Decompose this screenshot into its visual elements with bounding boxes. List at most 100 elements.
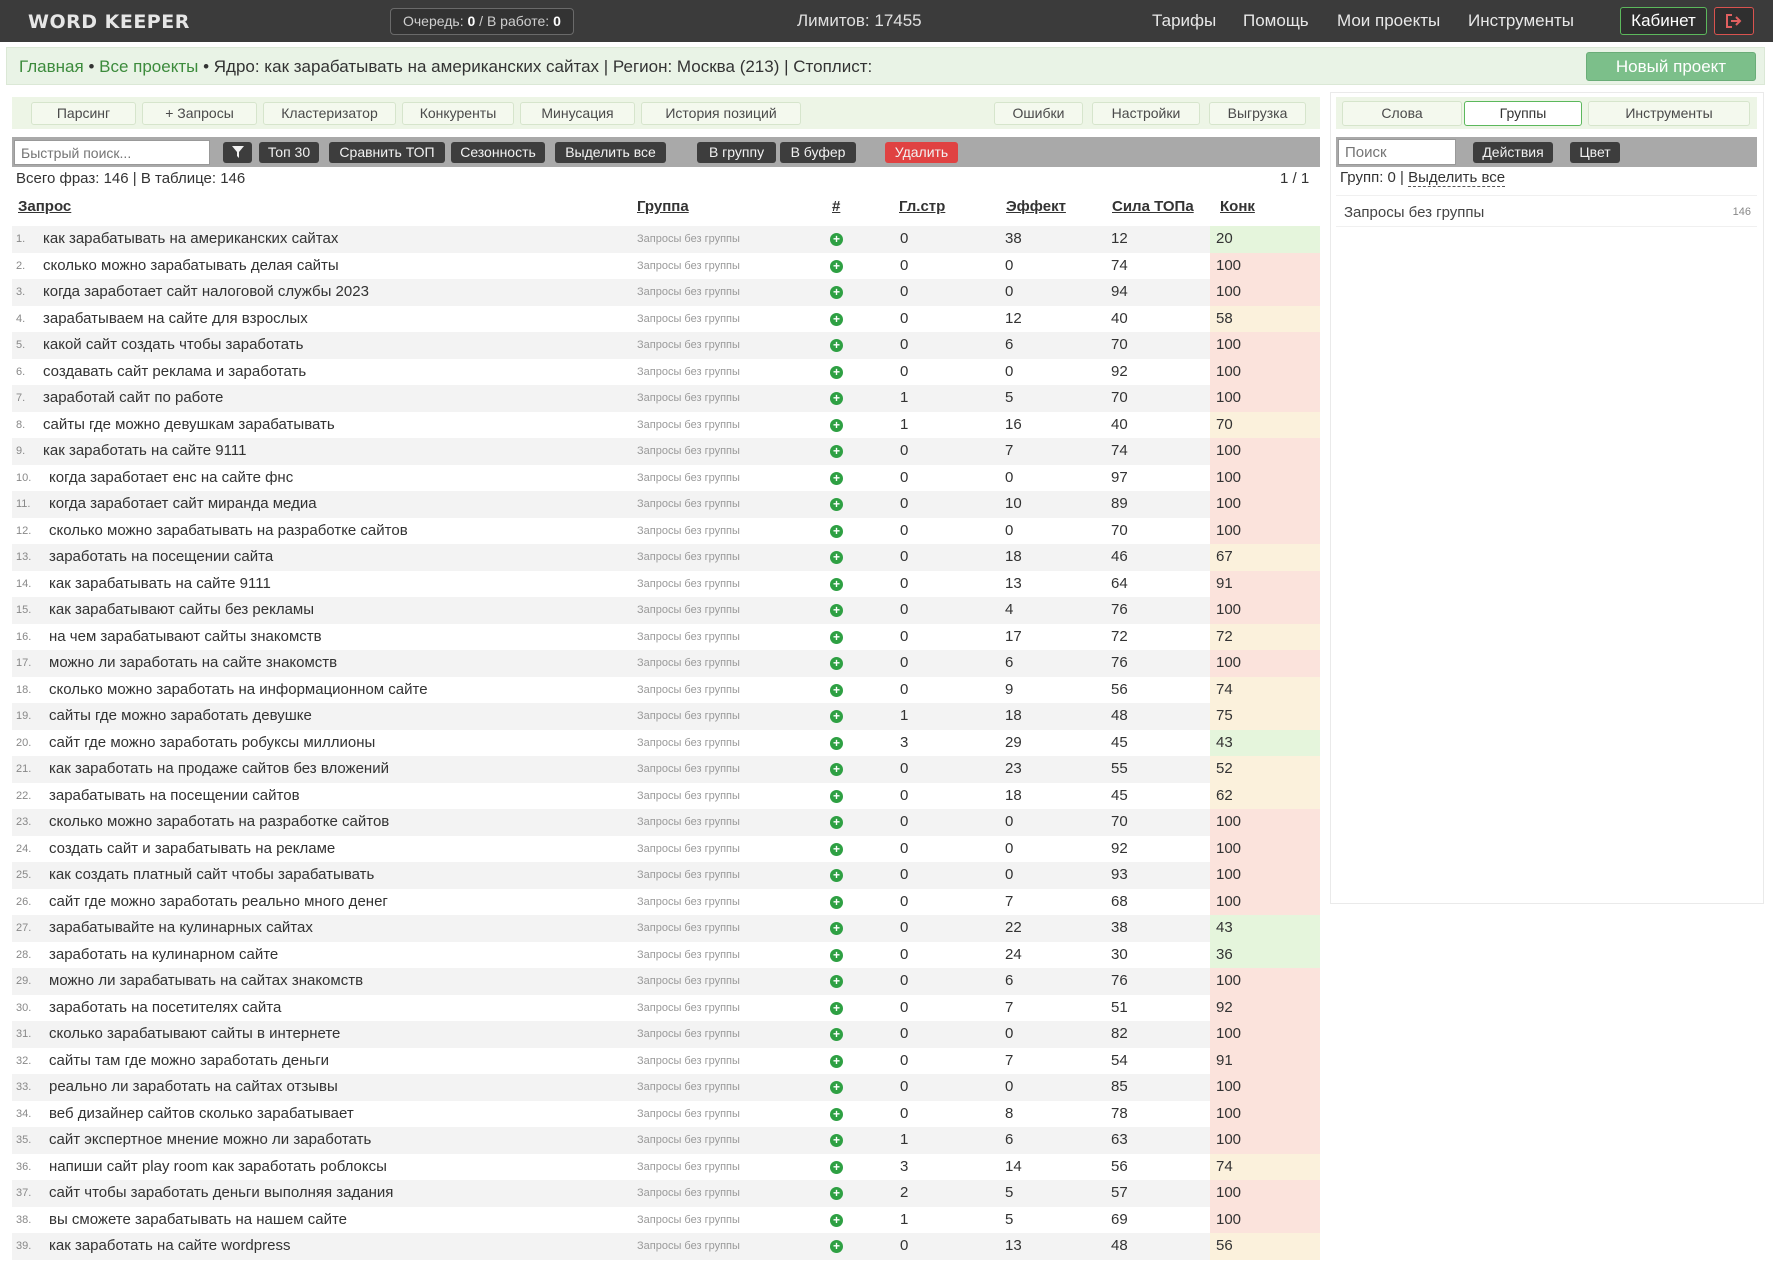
query-text[interactable]: заработай сайт по работе bbox=[43, 385, 223, 412]
query-text[interactable]: как зарабатывать на американских сайтах bbox=[43, 226, 338, 253]
plus-icon[interactable]: + bbox=[830, 763, 843, 776]
group-label[interactable]: Запросы без группы bbox=[637, 1101, 740, 1128]
group-label[interactable]: Запросы без группы bbox=[637, 783, 740, 810]
table-row[interactable]: 1. как зарабатывать на американских сайта… bbox=[12, 226, 1320, 253]
table-row[interactable]: 3. когда заработает сайт налоговой службы… bbox=[12, 279, 1320, 306]
table-row[interactable]: 5. какой сайт создать чтобы заработать Зап… bbox=[12, 332, 1320, 359]
plus-icon[interactable]: + bbox=[830, 1054, 843, 1068]
to-group-button[interactable]: В группу bbox=[697, 142, 776, 163]
table-row[interactable]: 4. зарабатываем на сайте для взрослых Запр… bbox=[12, 305, 1320, 333]
actions-button[interactable]: Действия bbox=[1473, 142, 1553, 163]
col-effect[interactable]: Эффект bbox=[1006, 198, 1066, 215]
plus-icon[interactable]: + bbox=[830, 1160, 843, 1174]
group-label[interactable]: Запросы без группы bbox=[637, 279, 740, 306]
filter-button[interactable] bbox=[223, 142, 252, 163]
query-text[interactable]: сколько можно зарабатывать на разработке… bbox=[49, 518, 408, 545]
query-text[interactable]: зарабатывать на посещении сайтов bbox=[49, 783, 300, 810]
group-label[interactable]: Запросы без группы bbox=[637, 465, 740, 492]
plus-icon[interactable]: + bbox=[830, 869, 843, 882]
table-row[interactable]: 25. как создать платный сайт чтобы зараба… bbox=[12, 862, 1320, 889]
plus-icon[interactable]: + bbox=[830, 259, 843, 273]
plus-icon[interactable]: + bbox=[830, 816, 843, 829]
table-row[interactable]: 31. сколько зарабатывают сайты в интернет… bbox=[12, 1021, 1320, 1048]
group-label[interactable]: Запросы без группы bbox=[637, 756, 740, 783]
query-text[interactable]: вы сможете зарабатывать на нашем сайте bbox=[49, 1207, 347, 1234]
plus-icon[interactable]: + bbox=[830, 948, 843, 962]
table-row[interactable]: 8. сайты где можно девушкам зарабатывать З… bbox=[12, 411, 1320, 438]
group-search-input[interactable] bbox=[1338, 139, 1456, 165]
query-text[interactable]: сайт где можно заработать робуксы миллио… bbox=[49, 730, 375, 757]
nav-tools[interactable]: Инструменты bbox=[1468, 11, 1574, 31]
plus-icon[interactable]: + bbox=[830, 657, 843, 670]
group-label[interactable]: Запросы без группы bbox=[637, 385, 740, 412]
table-row[interactable]: 9. как заработать на сайте 9111 Запросы бе… bbox=[12, 438, 1320, 465]
plus-icon[interactable]: + bbox=[830, 1134, 843, 1147]
plus-icon[interactable]: + bbox=[830, 630, 843, 644]
group-label[interactable]: Запросы без группы bbox=[637, 703, 740, 730]
query-text[interactable]: как заработать на сайте wordpress bbox=[49, 1233, 290, 1260]
group-label[interactable]: Запросы без группы bbox=[637, 995, 740, 1022]
table-row[interactable]: 18. сколько можно заработать на информаци… bbox=[12, 676, 1320, 703]
group-label[interactable]: Запросы без группы bbox=[637, 1180, 740, 1207]
compare-top-button[interactable]: Сравнить ТОП bbox=[329, 142, 445, 163]
group-label[interactable]: Запросы без группы bbox=[637, 968, 740, 995]
group-label[interactable]: Запросы без группы bbox=[637, 1048, 740, 1075]
query-text[interactable]: как зарабатывают сайты без рекламы bbox=[49, 597, 314, 624]
table-row[interactable]: 21. как заработать на продаже сайтов без … bbox=[12, 756, 1320, 783]
query-text[interactable]: напиши сайт play room как заработать роб… bbox=[49, 1154, 387, 1181]
table-row[interactable]: 27. зарабатывайте на кулинарных сайтах Зап… bbox=[12, 915, 1320, 942]
query-text[interactable]: заработать на кулинарном сайте bbox=[49, 942, 278, 969]
table-row[interactable]: 29. можно ли зарабатывать на сайтах знако… bbox=[12, 968, 1320, 995]
group-label[interactable]: Запросы без группы bbox=[637, 306, 740, 333]
cabinet-button[interactable]: Кабинет bbox=[1620, 7, 1707, 35]
table-row[interactable]: 30. заработать на посетителях сайта Запрос… bbox=[12, 994, 1320, 1022]
nav-my-projects[interactable]: Мои проекты bbox=[1337, 11, 1440, 31]
logo[interactable]: WORD KEEPER bbox=[28, 11, 190, 33]
plus-icon[interactable]: + bbox=[830, 339, 843, 352]
table-row[interactable]: 33. реально ли заработать на сайтах отзыв… bbox=[12, 1074, 1320, 1101]
color-button[interactable]: Цвет bbox=[1570, 142, 1620, 163]
query-text[interactable]: на чем зарабатывают сайты знакомств bbox=[49, 624, 322, 651]
logout-button[interactable] bbox=[1714, 7, 1754, 35]
plus-icon[interactable]: + bbox=[830, 365, 843, 379]
tab-tools[interactable]: Инструменты bbox=[1588, 101, 1750, 126]
tab-parsing[interactable]: Парсинг bbox=[31, 102, 136, 125]
tab-minus-words[interactable]: Минусация bbox=[520, 102, 635, 125]
query-text[interactable]: заработать на посетителях сайта bbox=[49, 995, 281, 1022]
plus-icon[interactable]: + bbox=[830, 736, 843, 750]
query-text[interactable]: сайты там где можно заработать деньги bbox=[49, 1048, 329, 1075]
query-text[interactable]: реально ли заработать на сайтах отзывы bbox=[49, 1074, 338, 1101]
query-text[interactable]: зарабатывайте на кулинарных сайтах bbox=[49, 915, 313, 942]
table-row[interactable]: 19. сайты где можно заработать девушке Зап… bbox=[12, 703, 1320, 730]
table-row[interactable]: 23. сколько можно заработать на разработк… bbox=[12, 809, 1320, 836]
table-row[interactable]: 6. создавать сайт реклама и заработать Зап… bbox=[12, 358, 1320, 386]
nav-tariffs[interactable]: Тарифы bbox=[1152, 11, 1216, 31]
table-row[interactable]: 14. как зарабатывать на сайте 9111 Запросы… bbox=[12, 570, 1320, 597]
plus-icon[interactable]: + bbox=[830, 1081, 843, 1094]
group-label[interactable]: Запросы без группы bbox=[637, 597, 740, 624]
tab-errors[interactable]: Ошибки bbox=[994, 102, 1083, 125]
group-label[interactable]: Запросы без группы bbox=[637, 730, 740, 757]
group-label[interactable]: Запросы без группы bbox=[637, 544, 740, 571]
plus-icon[interactable]: + bbox=[830, 789, 843, 803]
tab-words[interactable]: Слова bbox=[1342, 101, 1462, 126]
query-text[interactable]: сколько можно заработать на разработке с… bbox=[49, 809, 389, 836]
table-row[interactable]: 15. как зарабатывают сайты без рекламы Зап… bbox=[12, 597, 1320, 624]
plus-icon[interactable]: + bbox=[830, 922, 843, 935]
group-label[interactable]: Запросы без группы bbox=[637, 1074, 740, 1101]
plus-icon[interactable]: + bbox=[830, 418, 843, 432]
tab-position-history[interactable]: История позиций bbox=[641, 102, 801, 125]
seasonality-button[interactable]: Сезонность bbox=[451, 142, 545, 163]
plus-icon[interactable]: + bbox=[830, 551, 843, 564]
plus-icon[interactable]: + bbox=[830, 312, 843, 326]
plus-icon[interactable]: + bbox=[830, 392, 843, 405]
group-item[interactable]: Запросы без группы 146 bbox=[1336, 195, 1757, 227]
table-row[interactable]: 16. на чем зарабатывают сайты знакомств За… bbox=[12, 623, 1320, 651]
col-top-strength[interactable]: Сила ТОПа bbox=[1112, 198, 1194, 215]
plus-icon[interactable]: + bbox=[830, 710, 843, 723]
col-query[interactable]: Запрос bbox=[18, 198, 71, 215]
query-text[interactable]: создавать сайт реклама и заработать bbox=[43, 359, 306, 386]
plus-icon[interactable]: + bbox=[830, 604, 843, 617]
plus-icon[interactable]: + bbox=[830, 1240, 843, 1253]
group-label[interactable]: Запросы без группы bbox=[637, 650, 740, 677]
